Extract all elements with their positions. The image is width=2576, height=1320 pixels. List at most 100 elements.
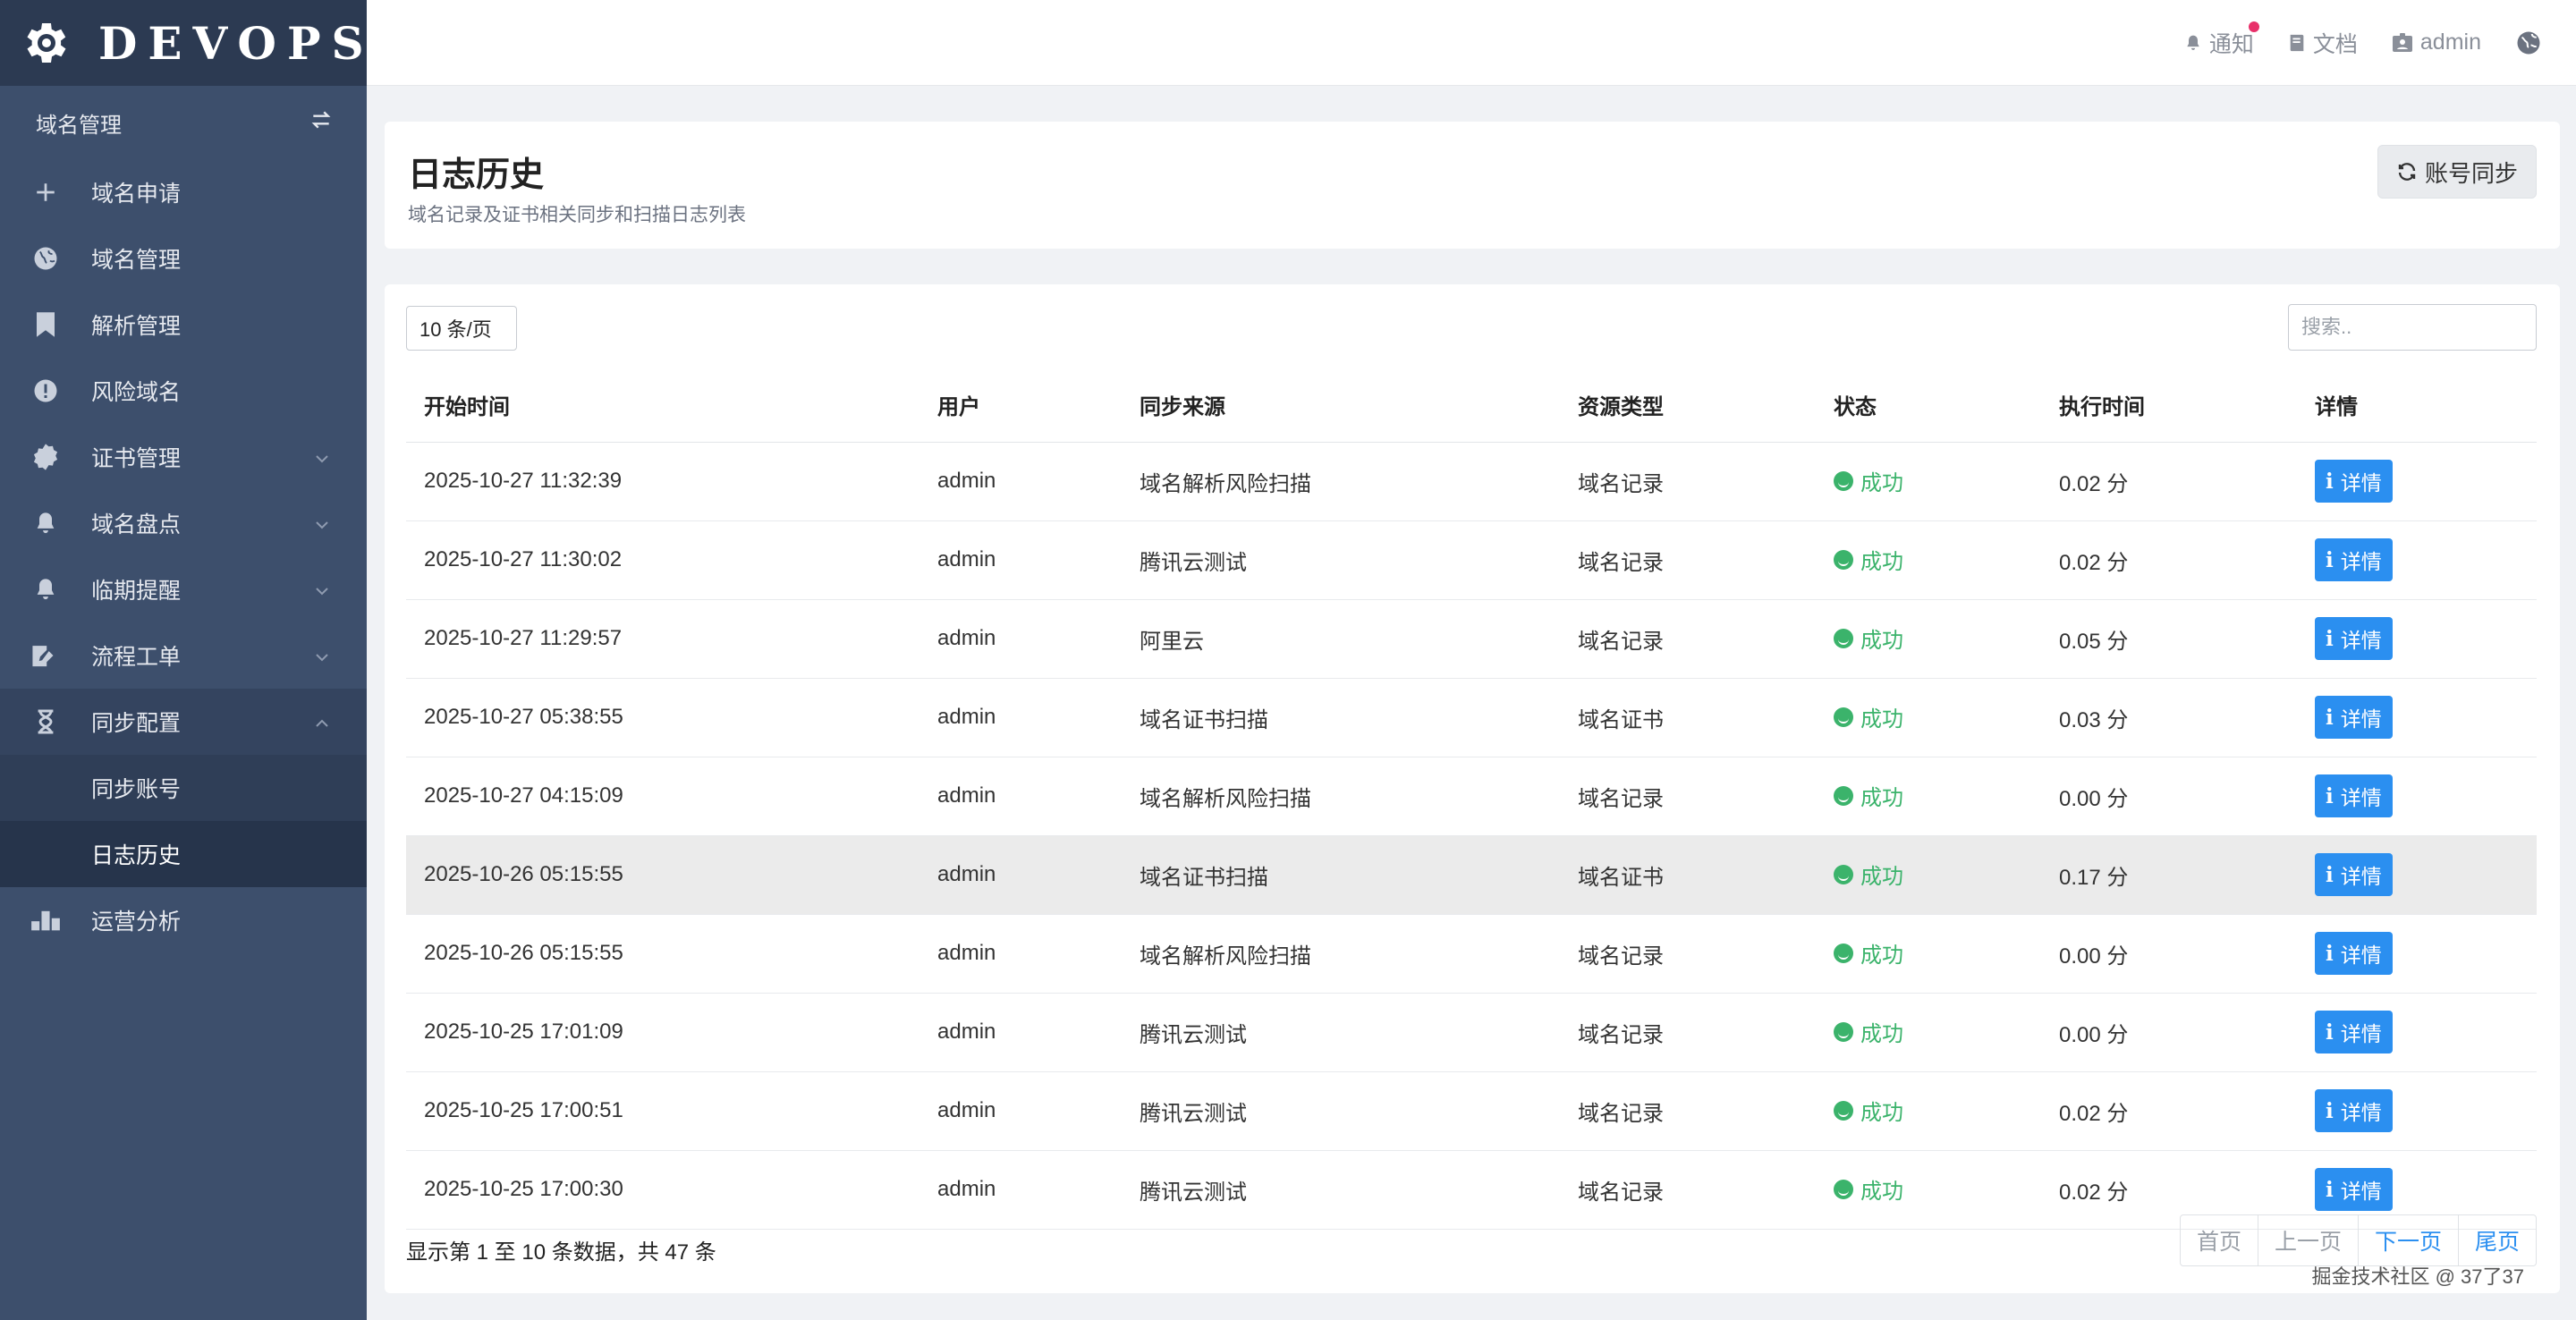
sidebar-item-label: 风险域名 <box>91 380 182 405</box>
detail-label: 详情 <box>2340 1022 2382 1045</box>
user-menu[interactable]: admin <box>2392 30 2481 55</box>
cell-resource-type: 域名记录 <box>1560 520 1816 600</box>
notification-dot <box>2248 21 2259 32</box>
sidebar-item-sync-config[interactable]: 同步配置 <box>0 689 367 755</box>
cell-detail: i 详情 <box>2297 1071 2537 1151</box>
column-header[interactable]: 开始时间 <box>406 368 919 443</box>
alert-circle-icon <box>30 376 61 406</box>
column-header[interactable]: 状态 <box>1816 368 2041 443</box>
cell-start-time: 2025-10-27 11:32:39 <box>406 442 919 521</box>
sidebar-item-domain-inventory[interactable]: 域名盘点 <box>0 490 367 556</box>
detail-button[interactable]: i 详情 <box>2315 460 2393 503</box>
cell-user: admin <box>919 442 1122 521</box>
chevron-down-icon <box>313 448 331 466</box>
detail-label: 详情 <box>2340 629 2382 652</box>
cell-start-time: 2025-10-27 11:29:57 <box>406 599 919 679</box>
info-icon: i <box>2326 1020 2334 1045</box>
info-icon: i <box>2326 1177 2334 1202</box>
cell-start-time: 2025-10-26 05:15:55 <box>406 835 919 915</box>
cell-status: 成功 <box>1816 914 2041 994</box>
cell-user: admin <box>919 1071 1122 1151</box>
account-sync-button[interactable]: 账号同步 <box>2377 145 2537 199</box>
cell-duration: 0.00 分 <box>2041 757 2297 836</box>
sidebar-subitem-label: 同步账号 <box>91 777 182 802</box>
cell-start-time: 2025-10-25 17:00:51 <box>406 1071 919 1151</box>
detail-button[interactable]: i 详情 <box>2315 1011 2393 1053</box>
sidebar-item-label: 域名盘点 <box>91 512 182 537</box>
sidebar-item-risk-domain[interactable]: 风险域名 <box>0 358 367 424</box>
notify-button[interactable]: 通知 <box>2184 21 2259 59</box>
smile-icon <box>1834 707 1853 727</box>
cell-duration: 0.02 分 <box>2041 1071 2297 1151</box>
cell-status: 成功 <box>1816 993 2041 1072</box>
table-row: 2025-10-26 05:15:55 admin 域名证书扫描 域名证书 成功 0.17… <box>406 835 2537 915</box>
sidebar-item-label: 流程工单 <box>91 645 182 670</box>
detail-button[interactable]: i 详情 <box>2315 774 2393 817</box>
column-header[interactable]: 同步来源 <box>1122 368 1560 443</box>
cell-resource-type: 域名记录 <box>1560 442 1816 521</box>
cell-user: admin <box>919 520 1122 600</box>
bell-icon <box>30 508 61 538</box>
status-badge: 成功 <box>1834 544 1903 575</box>
page-title: 日志历史 <box>408 157 545 194</box>
first-page-button[interactable]: 首页 <box>2181 1215 2258 1265</box>
column-header[interactable]: 用户 <box>919 368 1122 443</box>
sidebar-item-analytics[interactable]: 运营分析 <box>0 887 367 953</box>
detail-button[interactable]: i 详情 <box>2315 1168 2393 1211</box>
cell-source: 腾讯云测试 <box>1122 993 1560 1072</box>
cell-user: admin <box>919 1150 1122 1230</box>
detail-label: 详情 <box>2340 1101 2382 1124</box>
table-row: 2025-10-27 11:32:39 admin 域名解析风险扫描 域名记录 成功 0.… <box>406 442 2537 521</box>
sidebar-item-cert-manage[interactable]: 证书管理 <box>0 424 367 490</box>
detail-button[interactable]: i 详情 <box>2315 932 2393 975</box>
column-header[interactable]: 执行时间 <box>2041 368 2297 443</box>
sidebar-subitem-sync-account[interactable]: 同步账号 <box>0 755 367 821</box>
detail-button[interactable]: i 详情 <box>2315 696 2393 739</box>
pagination: 首页 上一页 下一页 尾页 <box>2179 1214 2537 1266</box>
cell-resource-type: 域名记录 <box>1560 1071 1816 1151</box>
page-header-card: 日志历史 域名记录及证书相关同步和扫描日志列表 账号同步 <box>385 122 2560 249</box>
brand-logo[interactable]: DEVOPS <box>0 0 367 86</box>
cell-detail: i 详情 <box>2297 757 2537 836</box>
switch-icon[interactable] <box>309 108 333 138</box>
cell-user: admin <box>919 835 1122 915</box>
sidebar-item-dns-manage[interactable]: 解析管理 <box>0 292 367 358</box>
detail-button[interactable]: i 详情 <box>2315 853 2393 896</box>
sidebar-subitem-log-history[interactable]: 日志历史 <box>0 821 367 887</box>
detail-button[interactable]: i 详情 <box>2315 538 2393 581</box>
table-row: 2025-10-27 04:15:09 admin 域名解析风险扫描 域名记录 成功 0.… <box>406 757 2537 836</box>
detail-button[interactable]: i 详情 <box>2315 617 2393 660</box>
column-header[interactable]: 详情 <box>2297 368 2537 443</box>
info-icon: i <box>2326 862 2334 887</box>
status-badge: 成功 <box>1834 701 1903 732</box>
sidebar-item-workflow[interactable]: 流程工单 <box>0 622 367 689</box>
sidebar-item-domain-manage[interactable]: 域名管理 <box>0 225 367 292</box>
table-row: 2025-10-27 05:38:55 admin 域名证书扫描 域名证书 成功 0.03… <box>406 678 2537 757</box>
smile-icon <box>1834 470 1853 491</box>
language-button[interactable] <box>2515 30 2549 56</box>
sidebar-item-expiry-reminder[interactable]: 临期提醒 <box>0 556 367 622</box>
status-text: 成功 <box>1860 1022 1903 1047</box>
status-text: 成功 <box>1860 1180 1903 1205</box>
column-header[interactable]: 资源类型 <box>1560 368 1816 443</box>
last-page-button[interactable]: 尾页 <box>2457 1215 2536 1265</box>
search-input[interactable] <box>2288 304 2537 351</box>
table-row: 2025-10-25 17:01:09 admin 腾讯云测试 域名记录 成功 0.00 … <box>406 993 2537 1072</box>
info-icon: i <box>2326 1098 2334 1123</box>
docs-button[interactable]: 文档 <box>2288 27 2358 59</box>
prev-page-button[interactable]: 上一页 <box>2257 1215 2358 1265</box>
cell-status: 成功 <box>1816 1071 2041 1151</box>
cell-detail: i 详情 <box>2297 678 2537 757</box>
smile-icon <box>1834 1100 1853 1121</box>
gear-icon <box>20 16 73 70</box>
next-page-button[interactable]: 下一页 <box>2357 1215 2458 1265</box>
status-badge: 成功 <box>1834 622 1903 654</box>
cell-resource-type: 域名记录 <box>1560 757 1816 836</box>
per-page-select[interactable]: 10 条/页 <box>406 306 517 351</box>
detail-label: 详情 <box>2340 471 2382 495</box>
smile-icon <box>1834 1021 1853 1042</box>
detail-button[interactable]: i 详情 <box>2315 1089 2393 1132</box>
cell-duration: 0.05 分 <box>2041 599 2297 679</box>
status-badge: 成功 <box>1834 1173 1903 1205</box>
sidebar-item-domain-apply[interactable]: 域名申请 <box>0 159 367 225</box>
